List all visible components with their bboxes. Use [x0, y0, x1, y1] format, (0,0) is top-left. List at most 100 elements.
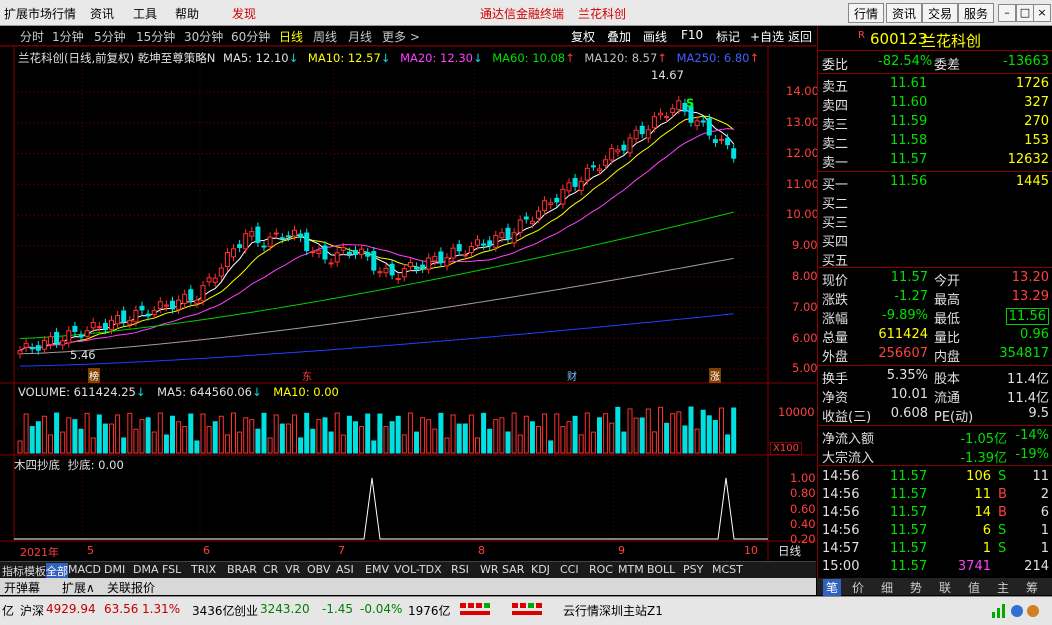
- indicator-tab[interactable]: ROC: [589, 563, 613, 576]
- volume-bar: [578, 434, 584, 454]
- period-tab[interactable]: 30分钟: [184, 28, 223, 45]
- event-marker[interactable]: 东: [302, 368, 312, 383]
- indicator-tab[interactable]: MCST: [712, 563, 743, 576]
- stat-row: 现价 11.57 今开 13.20: [818, 270, 1052, 289]
- quote-tab[interactable]: 笔: [823, 579, 842, 596]
- quote-tab[interactable]: 联: [939, 579, 951, 596]
- quote-tab[interactable]: 主: [997, 579, 1009, 596]
- tool-add-watchlist[interactable]: +自选: [750, 28, 784, 45]
- close-icon[interactable]: ×: [1033, 4, 1051, 22]
- indicator-tab[interactable]: VOL-TDX: [394, 563, 442, 576]
- indicator-tab[interactable]: EMV: [365, 563, 389, 576]
- kline-chart[interactable]: 兰花科创(日线,前复权) 乾坤至尊策略N MA5: 12.10↓ MA10: 1…: [0, 45, 819, 561]
- candle-body: [139, 305, 145, 311]
- service-button[interactable]: 服务: [958, 3, 995, 23]
- period-tab[interactable]: 月线: [348, 28, 372, 45]
- quote-tab[interactable]: 值: [968, 579, 980, 596]
- quote-tab[interactable]: 筹: [1026, 579, 1038, 596]
- menu-discover[interactable]: 发现: [232, 5, 256, 22]
- indicator-tab[interactable]: SAR: [502, 563, 524, 576]
- indicator-tab[interactable]: MACD: [68, 563, 101, 576]
- indicator-tab[interactable]: WR: [480, 563, 499, 576]
- indicator-tab[interactable]: ASI: [336, 563, 354, 576]
- tool-back[interactable]: 返回: [788, 28, 812, 45]
- volume-bar: [78, 428, 84, 454]
- ask-volume: 12632: [1007, 152, 1049, 167]
- period-tab[interactable]: 更多 >: [382, 28, 420, 45]
- menu-extended-market[interactable]: 扩展市场行情: [4, 5, 76, 22]
- trade-button[interactable]: 交易: [922, 3, 959, 23]
- news-button[interactable]: 资讯: [886, 3, 923, 23]
- extend-button[interactable]: 扩展∧: [62, 579, 95, 596]
- indicator-tab[interactable]: 全部: [46, 563, 68, 579]
- indicator-tab[interactable]: RSI: [451, 563, 469, 576]
- bid-row[interactable]: 买一 11.56 1445: [818, 174, 1052, 193]
- event-marker[interactable]: 涨: [709, 368, 721, 383]
- volume-bar: [444, 437, 450, 454]
- ask-row[interactable]: 卖一 11.57 12632: [818, 152, 1052, 171]
- ask-row[interactable]: 卖五 11.61 1726: [818, 76, 1052, 95]
- minimize-icon[interactable]: –: [998, 4, 1016, 22]
- tool-f10[interactable]: F10: [681, 28, 703, 42]
- period-tab[interactable]: 1分钟: [52, 28, 84, 45]
- quote-button[interactable]: 行情: [848, 3, 885, 23]
- indicator-tab[interactable]: TRIX: [191, 563, 216, 576]
- candle-body: [664, 115, 670, 119]
- indicator-tab[interactable]: 指标: [2, 563, 24, 579]
- related-quote-button[interactable]: 关联报价: [107, 579, 155, 596]
- period-tab[interactable]: 周线: [313, 28, 337, 45]
- candle-body: [102, 322, 108, 331]
- indicator-tab[interactable]: OBV: [307, 563, 330, 576]
- menu-news[interactable]: 资讯: [90, 5, 114, 22]
- ask-row[interactable]: 卖四 11.60 327: [818, 95, 1052, 114]
- volume-bar: [163, 434, 169, 454]
- event-marker[interactable]: 榜: [88, 368, 100, 383]
- volume-bar: [218, 415, 224, 454]
- bid-row[interactable]: 买三: [818, 212, 1052, 231]
- period-tab[interactable]: 15分钟: [136, 28, 175, 45]
- menu-tools[interactable]: 工具: [133, 5, 157, 22]
- indicator-tab[interactable]: VR: [285, 563, 300, 576]
- volume-bar: [322, 417, 328, 454]
- indicator-tab[interactable]: MTM: [618, 563, 644, 576]
- indicator-tab[interactable]: CR: [263, 563, 278, 576]
- stat-row: 外盘 256607 内盘 354817: [818, 346, 1052, 365]
- menu-help[interactable]: 帮助: [175, 5, 199, 22]
- price-tick: 7.00: [792, 300, 818, 314]
- index-cy-label[interactable]: 创业: [234, 602, 258, 619]
- volume-bar: [292, 414, 297, 454]
- period-tab[interactable]: 分时: [20, 28, 44, 45]
- bid-row[interactable]: 买二: [818, 193, 1052, 212]
- indicator-tab[interactable]: DMI: [104, 563, 125, 576]
- indicator-tab[interactable]: KDJ: [531, 563, 550, 576]
- indicator-tab[interactable]: BRAR: [227, 563, 257, 576]
- maximize-icon[interactable]: □: [1016, 4, 1034, 22]
- tool-overlay[interactable]: 叠加: [607, 28, 631, 45]
- bid-row[interactable]: 买五: [818, 250, 1052, 269]
- tool-draw-line[interactable]: 画线: [643, 28, 667, 45]
- ask-row[interactable]: 卖二 11.58 153: [818, 133, 1052, 152]
- indicator-tab[interactable]: PSY: [683, 563, 703, 576]
- indicator-tab[interactable]: DMA: [133, 563, 159, 576]
- period-tab-active[interactable]: 日线: [279, 28, 303, 45]
- quote-tab[interactable]: 价: [852, 579, 864, 596]
- indicator-tab[interactable]: FSL: [162, 563, 181, 576]
- tool-restore-rights[interactable]: 复权: [571, 28, 595, 45]
- event-marker[interactable]: 财: [567, 368, 577, 383]
- indicator-tab[interactable]: 模板: [24, 563, 46, 579]
- server-status[interactable]: 云行情深圳主站Z1: [563, 602, 663, 619]
- period-tab[interactable]: 5分钟: [94, 28, 126, 45]
- index-sh-label[interactable]: 沪深: [20, 602, 44, 619]
- quote-tab[interactable]: 势: [910, 579, 922, 596]
- period-tab[interactable]: 60分钟: [231, 28, 270, 45]
- ask-row[interactable]: 卖三 11.59 270: [818, 114, 1052, 133]
- volume-bar: [566, 421, 572, 454]
- indicator-tab[interactable]: CCI: [560, 563, 579, 576]
- stat-value: 611424: [878, 327, 928, 342]
- indicator-tab[interactable]: BOLL: [647, 563, 675, 576]
- quote-tab[interactable]: 细: [881, 579, 893, 596]
- bid-row[interactable]: 买四: [818, 231, 1052, 250]
- quote-panel-tabs: 笔价细势联值主筹: [817, 578, 1052, 596]
- tool-mark[interactable]: 标记: [716, 28, 740, 45]
- danmaku-button[interactable]: 开弹幕: [4, 579, 40, 596]
